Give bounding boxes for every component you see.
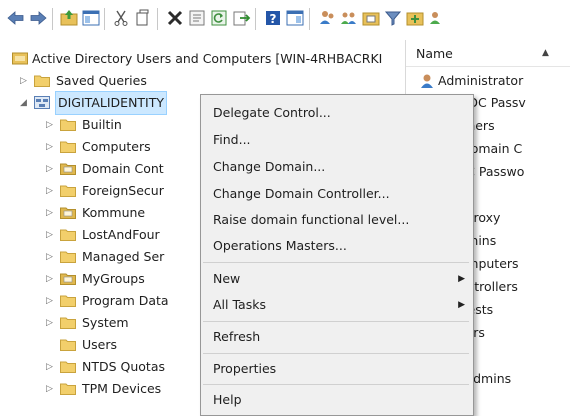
- ou-folder-icon: [60, 207, 76, 219]
- menu-item-help[interactable]: Help: [213, 389, 242, 411]
- menu-item-new[interactable]: New: [213, 268, 240, 290]
- collapse-arrow-icon[interactable]: ◢: [20, 92, 30, 114]
- tree-item-label: Builtin: [82, 117, 122, 132]
- expand-arrow-icon[interactable]: ▷: [46, 356, 56, 378]
- menu-item-all-tasks[interactable]: All Tasks: [213, 294, 266, 316]
- export-list-icon[interactable]: [231, 8, 251, 28]
- folder-icon: [60, 361, 76, 373]
- folder-icon: [60, 119, 76, 131]
- folder-icon: [60, 141, 76, 153]
- help-icon[interactable]: ?: [263, 8, 283, 28]
- menu-separator: [203, 321, 469, 322]
- toolbar-separator: [104, 8, 105, 30]
- toolbar-separator: [255, 8, 256, 30]
- forward-icon[interactable]: [28, 8, 48, 28]
- tree-item-label: Program Data: [82, 293, 169, 308]
- expand-arrow-icon[interactable]: ▷: [46, 290, 56, 312]
- menu-item-properties[interactable]: Properties: [213, 358, 276, 380]
- folder-icon: [60, 295, 76, 307]
- tree-item-label: LostAndFour: [82, 227, 160, 242]
- tree-item-label: Computers: [82, 139, 151, 154]
- expand-arrow-icon[interactable]: ▷: [46, 224, 56, 246]
- expand-arrow-icon[interactable]: ▷: [46, 378, 56, 400]
- column-header-label: Name: [416, 46, 453, 61]
- tree-item-label: Saved Queries: [56, 73, 147, 88]
- ad-console-icon: [12, 52, 28, 65]
- tree-item-label: System: [82, 315, 129, 330]
- menu-item-refresh[interactable]: Refresh: [213, 326, 260, 348]
- show-hide-tree-icon[interactable]: [81, 8, 101, 28]
- organizational-unit-icon[interactable]: [361, 8, 381, 28]
- back-icon[interactable]: [6, 8, 26, 28]
- toolbar-separator: [157, 8, 158, 30]
- tree-item-label: DIGITALIDENTITY: [54, 91, 168, 115]
- toolbar-separator: [309, 8, 310, 30]
- users-icon[interactable]: [317, 8, 337, 28]
- console-tree-icon[interactable]: [285, 8, 305, 28]
- refresh-icon[interactable]: [209, 8, 229, 28]
- delete-icon[interactable]: [165, 8, 185, 28]
- expand-arrow-icon[interactable]: ▷: [46, 114, 56, 136]
- tree-item-label: TPM Devices: [82, 381, 162, 396]
- folder-icon: [60, 251, 76, 263]
- menu-item-raise-domain-functional-level[interactable]: Raise domain functional level...: [213, 209, 409, 231]
- submenu-arrow-icon: ▶: [458, 300, 465, 310]
- expand-arrow-icon[interactable]: ▷: [46, 180, 56, 202]
- tree-item-label: Domain Cont: [82, 161, 164, 176]
- menu-item-change-domain[interactable]: Change Domain...: [213, 156, 325, 178]
- folder-icon: [60, 339, 76, 351]
- folder-icon: [60, 383, 76, 395]
- submenu-arrow-icon: ▶: [458, 274, 465, 284]
- up-folder-icon[interactable]: [59, 8, 79, 28]
- sort-ascending-icon: ▲: [542, 48, 549, 58]
- more-icon[interactable]: [427, 8, 447, 28]
- menu-separator: [203, 353, 469, 354]
- menu-item-delegate-control[interactable]: Delegate Control...: [213, 102, 331, 124]
- copy-icon[interactable]: [133, 8, 153, 28]
- svg-text:?: ?: [270, 12, 277, 26]
- add-to-group-icon[interactable]: [405, 8, 425, 28]
- tree-item-label: MyGroups: [82, 271, 145, 286]
- groups-icon[interactable]: [339, 8, 359, 28]
- expand-arrow-icon[interactable]: ▷: [46, 136, 56, 158]
- tree-item-label: Users: [82, 337, 118, 352]
- context-menu: Delegate Control... Find... Change Domai…: [200, 94, 474, 416]
- column-header-name[interactable]: Name ▲: [406, 42, 570, 67]
- expand-arrow-icon[interactable]: ▷: [46, 312, 56, 334]
- toolbar-separator: [52, 8, 53, 30]
- menu-item-find[interactable]: Find...: [213, 129, 251, 151]
- menu-separator: [203, 384, 469, 385]
- tree-root-label: Active Directory Users and Computers [WI…: [32, 51, 383, 66]
- expand-arrow-icon[interactable]: ▷: [46, 158, 56, 180]
- expand-arrow-icon[interactable]: ▷: [46, 202, 56, 224]
- user-icon: [421, 74, 433, 88]
- tree-item-label: Managed Ser: [82, 249, 165, 264]
- expand-arrow-icon[interactable]: ▷: [46, 246, 56, 268]
- ou-folder-icon: [60, 163, 76, 175]
- expand-arrow-icon[interactable]: ▷: [46, 268, 56, 290]
- filter-icon[interactable]: [383, 8, 403, 28]
- folder-icon: [60, 317, 76, 329]
- menu-item-operations-masters[interactable]: Operations Masters...: [213, 235, 347, 257]
- tree-item-label: ForeignSecur: [82, 183, 164, 198]
- expand-arrow-icon[interactable]: ▷: [20, 70, 30, 92]
- folder-icon: [60, 229, 76, 241]
- cut-icon[interactable]: [111, 8, 131, 28]
- ou-folder-icon: [60, 273, 76, 285]
- menu-separator: [203, 262, 469, 263]
- domain-icon: [34, 96, 50, 109]
- tree-item-label: Kommune: [82, 205, 146, 220]
- properties-icon[interactable]: [187, 8, 207, 28]
- tree-item-label: NTDS Quotas: [82, 359, 166, 374]
- menu-item-change-domain-controller[interactable]: Change Domain Controller...: [213, 183, 390, 205]
- toolbar: ?: [0, 0, 570, 38]
- folder-icon: [34, 75, 50, 87]
- folder-icon: [60, 185, 76, 197]
